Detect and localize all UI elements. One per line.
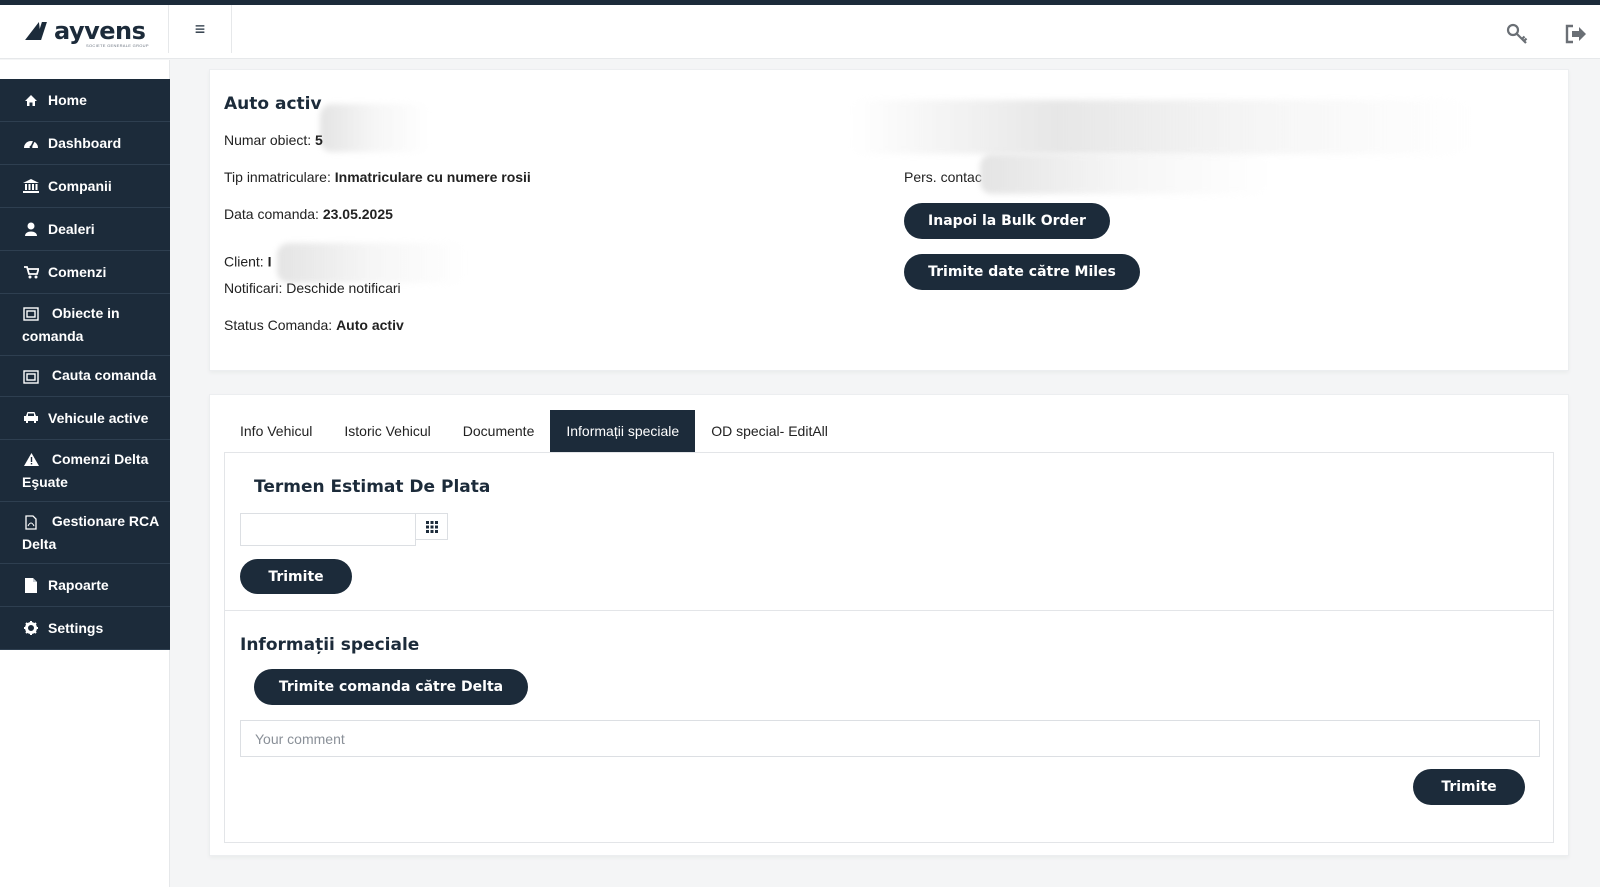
tab-od-special-editall[interactable]: OD special- EditAll	[695, 410, 844, 452]
ayvens-logo[interactable]: ayvens SOCIETE GENERALE GROUP	[26, 17, 149, 48]
data-comanda-value: 23.05.2025	[322, 206, 393, 222]
numar-obiect-row: Numar obiect: 5	[224, 132, 323, 148]
logo-text: ayvens	[54, 17, 146, 45]
section-divider	[225, 610, 1553, 611]
sidebar-item-gestionare-rca-delta[interactable]: Gestionare RCA Delta	[0, 502, 170, 565]
warning-icon	[22, 449, 40, 471]
sidebar-item-cauta-comanda[interactable]: Cauta comanda	[0, 356, 170, 397]
tip-inmatriculare-label: Tip inmatriculare:	[224, 169, 331, 185]
client-value: I	[267, 253, 272, 270]
sidebar-item-label: Gestionare RCA Delta	[22, 512, 159, 553]
client-row: Client: I	[224, 243, 468, 283]
client-label: Client:	[224, 253, 264, 270]
sidebar-item-label: Rapoarte	[48, 577, 109, 594]
sidebar-item-companii[interactable]: Companii	[0, 165, 170, 208]
sidebar-item-dashboard[interactable]: Dashboard	[0, 122, 170, 165]
ayvens-logo-mark-icon	[26, 20, 50, 42]
status-comanda-row: Status Comanda: Auto activ	[224, 317, 404, 333]
sidebar-item-rapoarte[interactable]: Rapoarte	[0, 564, 170, 608]
sidebar-item-label: Companii	[48, 178, 112, 194]
tab-info-vehicul[interactable]: Info Vehicul	[224, 410, 328, 452]
sidebar-item-vehicule-active[interactable]: Vehicule active	[0, 397, 170, 440]
sidebar-item-comenzi[interactable]: Comenzi	[0, 251, 170, 294]
trimite-date-catre-miles-button[interactable]: Trimite date către Miles	[904, 254, 1140, 290]
numar-obiect-value: 5	[315, 132, 323, 148]
pers-contact-label: Pers. contac	[904, 169, 982, 185]
bank-icon	[22, 175, 40, 197]
sidebar-item-label: Vehicule active	[48, 409, 149, 426]
numar-obiect-label: Numar obiect:	[224, 132, 312, 148]
hamburger-icon[interactable]: ≡	[168, 5, 232, 53]
tab-documente[interactable]: Documente	[447, 410, 551, 452]
pers-contact-row: Pers. contac	[904, 169, 982, 185]
sidebar-item-home[interactable]: Home	[0, 79, 170, 122]
app-header: ayvens SOCIETE GENERALE GROUP ≡	[0, 5, 1600, 59]
tab-bar: Info Vehicul Istoric Vehicul Documente I…	[224, 410, 844, 452]
order-title: Auto activ	[224, 94, 322, 114]
home-icon	[22, 89, 40, 111]
object-icon	[22, 366, 40, 388]
inapoi-la-bulk-order-button[interactable]: Inapoi la Bulk Order	[904, 203, 1110, 239]
tab-istoric-vehicul[interactable]: Istoric Vehicul	[328, 410, 446, 452]
sidebar-item-label: Cauta comanda	[51, 367, 157, 384]
sidebar: Home Dashboard Companii Dealeri Comenzi …	[0, 60, 170, 887]
informatii-speciale-title: Informații speciale	[240, 635, 420, 655]
sidebar-item-label: Comenzi	[48, 264, 107, 280]
data-comanda-row: Data comanda: 23.05.2025	[224, 206, 393, 222]
comment-input[interactable]	[240, 720, 1540, 757]
cart-icon	[22, 261, 40, 283]
redacted-area	[850, 100, 1470, 154]
sidebar-item-settings[interactable]: Settings	[0, 607, 170, 651]
data-comanda-label: Data comanda:	[224, 206, 319, 222]
sidebar-item-label: Dealeri	[48, 221, 95, 237]
logo-subtitle: SOCIETE GENERALE GROUP	[86, 43, 149, 48]
status-comanda-value: Auto activ	[336, 317, 404, 333]
termen-estimat-title: Termen Estimat De Plata	[254, 477, 491, 497]
deschide-notificari-link[interactable]: Deschide notificari	[286, 280, 400, 296]
tab-informatii-speciale[interactable]: Informații speciale	[550, 410, 696, 452]
pdf-file-icon	[22, 511, 40, 533]
tip-inmatriculare-row: Tip inmatriculare: Inmatriculare cu nume…	[224, 169, 531, 185]
gear-icon	[22, 617, 40, 639]
sidebar-item-label: Dashboard	[48, 135, 122, 151]
notificari-label: Notificari:	[224, 280, 283, 296]
trimite-comment-button[interactable]: Trimite	[1413, 769, 1525, 805]
sidebar-item-comenzi-delta-esuate[interactable]: Comenzi Delta Eşuate	[0, 440, 170, 502]
sidebar-item-label: Comenzi Delta Eşuate	[22, 450, 149, 490]
sidebar-item-dealeri[interactable]: Dealeri	[0, 208, 170, 251]
status-comanda-label: Status Comanda:	[224, 317, 333, 333]
details-card: Info Vehicul Istoric Vehicul Documente I…	[209, 394, 1569, 856]
sidebar-item-label: Settings	[48, 620, 104, 637]
order-summary-card: Auto activ Numar obiect: 5 Tip inmatricu…	[209, 69, 1569, 371]
tip-inmatriculare-value: Inmatriculare cu numere rosii	[334, 169, 531, 185]
redacted-area	[980, 154, 1270, 194]
redacted-area	[277, 243, 468, 283]
notificari-row: Notificari: Deschide notificari	[224, 280, 401, 296]
redacted-area	[320, 104, 430, 152]
trimite-termen-button[interactable]: Trimite	[240, 559, 352, 594]
key-icon[interactable]	[1503, 21, 1531, 47]
sidebar-menu: Home Dashboard Companii Dealeri Comenzi …	[0, 79, 170, 651]
object-icon	[22, 303, 40, 325]
sidebar-item-label: Home	[48, 92, 87, 108]
calendar-grid-icon[interactable]	[415, 513, 448, 540]
termen-date-input[interactable]	[240, 513, 416, 546]
sidebar-item-obiecte-in-comanda[interactable]: Obiecte in comanda	[0, 294, 170, 357]
car-icon	[22, 407, 40, 429]
logout-icon[interactable]	[1562, 21, 1590, 47]
user-icon	[22, 218, 40, 240]
informatii-speciale-pane: Termen Estimat De Plata Trimite Informaț…	[224, 452, 1554, 843]
dashboard-icon	[22, 132, 40, 154]
trimite-comanda-catre-delta-button[interactable]: Trimite comanda către Delta	[254, 669, 528, 705]
file-icon	[22, 574, 40, 596]
